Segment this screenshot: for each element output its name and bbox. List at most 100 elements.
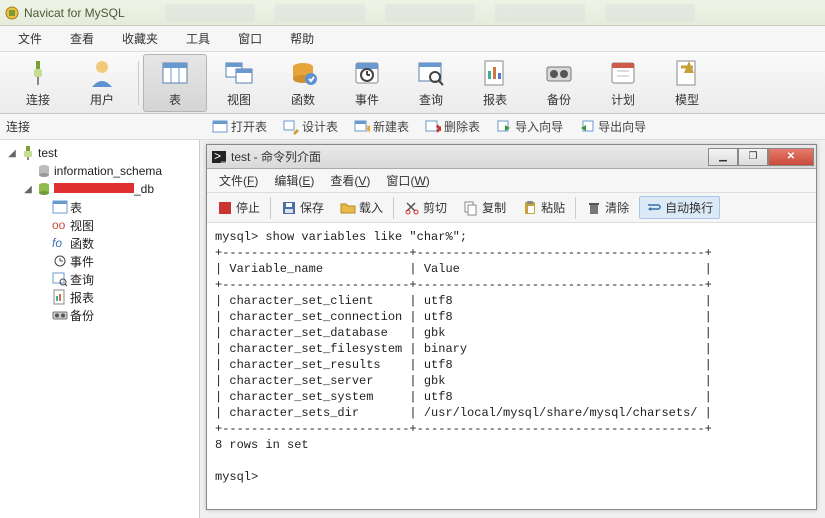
child-menu-view[interactable]: 查看(V) <box>322 172 378 189</box>
export-icon <box>579 119 595 135</box>
redacted-text <box>54 183 134 193</box>
cut-icon <box>404 200 420 216</box>
main-toolbar: 连接 用户 表 视图 函数 事件 查询 报表 备份 计划 模型 <box>0 52 825 114</box>
subrow: 连接 打开表 设计表 ✸新建表 ✖删除表 导入向导 导出向导 <box>0 114 825 140</box>
tree-tables[interactable]: 表 <box>2 198 197 216</box>
connect-button[interactable]: 连接 <box>6 54 70 112</box>
app-title: Navicat for MySQL <box>24 6 125 20</box>
connections-label: 连接 <box>0 118 200 135</box>
separator <box>138 61 139 105</box>
stop-button[interactable]: 停止 <box>211 199 266 216</box>
maximize-button[interactable] <box>738 148 768 166</box>
menu-favorites[interactable]: 收藏夹 <box>108 30 172 47</box>
function-button[interactable]: 函数 <box>271 54 335 112</box>
event-icon <box>52 253 68 269</box>
open-table-button[interactable]: 打开表 <box>206 118 273 135</box>
function-icon <box>287 57 319 89</box>
tree-backups[interactable]: 备份 <box>2 306 197 324</box>
import-icon <box>496 119 512 135</box>
export-wizard-button[interactable]: 导出向导 <box>573 118 652 135</box>
load-button[interactable]: 载入 <box>334 199 389 216</box>
console-window: >_ test - 命令列介面 文件(F) 编辑(E) 查看(V) 窗口(W) … <box>206 144 817 510</box>
svg-text:>_: >_ <box>214 149 227 163</box>
tree-db-information-schema[interactable]: information_schema <box>2 162 197 180</box>
menu-tools[interactable]: 工具 <box>172 30 224 47</box>
cut-button[interactable]: 剪切 <box>398 199 453 216</box>
user-icon <box>86 57 118 89</box>
svg-text:✖: ✖ <box>435 122 441 135</box>
menu-window[interactable]: 窗口 <box>224 30 276 47</box>
tree-events[interactable]: 事件 <box>2 252 197 270</box>
browser-tabs-bg <box>125 4 821 22</box>
console-output[interactable]: mysql> show variables like "char%"; +---… <box>207 223 816 509</box>
user-button[interactable]: 用户 <box>70 54 134 112</box>
child-toolbar: 停止 保存 载入 剪切 复制 粘贴 清除 自动换行 <box>207 193 816 223</box>
design-table-button[interactable]: 设计表 <box>277 118 344 135</box>
child-titlebar[interactable]: >_ test - 命令列介面 <box>207 145 816 169</box>
report-icon <box>479 57 511 89</box>
menu-help[interactable]: 帮助 <box>276 30 328 47</box>
import-wizard-button[interactable]: 导入向导 <box>490 118 569 135</box>
schedule-button[interactable]: 计划 <box>591 54 655 112</box>
delete-table-icon: ✖ <box>425 119 441 135</box>
minimize-button[interactable] <box>708 148 738 166</box>
tree-twisty[interactable]: ◢ <box>6 148 18 159</box>
backup-icon <box>543 57 575 89</box>
wrap-toggle[interactable]: 自动换行 <box>639 196 720 219</box>
report-icon <box>52 289 68 305</box>
wrap-icon <box>646 200 662 216</box>
event-button[interactable]: 事件 <box>335 54 399 112</box>
tree-connection[interactable]: ◢ test <box>2 144 197 162</box>
child-menu-edit[interactable]: 编辑(E) <box>266 172 322 189</box>
tree-views[interactable]: oo视图 <box>2 216 197 234</box>
menu-file[interactable]: 文件 <box>4 30 56 47</box>
table-icon <box>52 199 68 215</box>
view-button[interactable]: 视图 <box>207 54 271 112</box>
save-button[interactable]: 保存 <box>275 199 330 216</box>
new-table-button[interactable]: ✸新建表 <box>348 118 415 135</box>
connection-icon <box>20 145 36 161</box>
app-icon <box>4 5 20 21</box>
copy-icon <box>463 200 479 216</box>
menubar: 文件 查看 收藏夹 工具 窗口 帮助 <box>0 26 825 52</box>
paste-icon <box>522 200 538 216</box>
menu-view[interactable]: 查看 <box>56 30 108 47</box>
open-table-icon <box>212 119 228 135</box>
function-icon: fo <box>52 235 68 251</box>
child-menu-file[interactable]: 文件(F) <box>211 172 266 189</box>
event-icon <box>351 57 383 89</box>
table-button[interactable]: 表 <box>143 54 207 112</box>
database-icon <box>36 181 52 197</box>
report-button[interactable]: 报表 <box>463 54 527 112</box>
model-button[interactable]: 模型 <box>655 54 719 112</box>
database-icon <box>36 163 52 179</box>
new-table-icon: ✸ <box>354 119 370 135</box>
tree-functions[interactable]: fo函数 <box>2 234 197 252</box>
clear-button[interactable]: 清除 <box>580 199 635 216</box>
tree-reports[interactable]: 报表 <box>2 288 197 306</box>
delete-table-button[interactable]: ✖删除表 <box>419 118 486 135</box>
copy-button[interactable]: 复制 <box>457 199 512 216</box>
sidebar: ◢ test information_schema ◢ _db 表 oo视图 f… <box>0 140 200 518</box>
design-table-icon <box>283 119 299 135</box>
backup-button[interactable]: 备份 <box>527 54 591 112</box>
backup-icon <box>52 307 68 323</box>
separator <box>393 197 394 219</box>
connection-tree: ◢ test information_schema ◢ _db 表 oo视图 f… <box>2 144 197 324</box>
query-icon <box>52 271 68 287</box>
stop-icon <box>217 200 233 216</box>
child-menu-window[interactable]: 窗口(W) <box>378 172 437 189</box>
tree-queries[interactable]: 查询 <box>2 270 197 288</box>
svg-text:fo: fo <box>52 236 62 250</box>
paste-button[interactable]: 粘贴 <box>516 199 571 216</box>
tree-twisty[interactable]: ◢ <box>22 184 34 195</box>
query-button[interactable]: 查询 <box>399 54 463 112</box>
svg-text:oo: oo <box>52 218 66 232</box>
separator <box>270 197 271 219</box>
plug-icon <box>22 57 54 89</box>
save-icon <box>281 200 297 216</box>
tree-db-redacted[interactable]: ◢ _db <box>2 180 197 198</box>
close-button[interactable] <box>768 148 814 166</box>
console-icon: >_ <box>211 149 227 165</box>
view-icon: oo <box>52 217 68 233</box>
